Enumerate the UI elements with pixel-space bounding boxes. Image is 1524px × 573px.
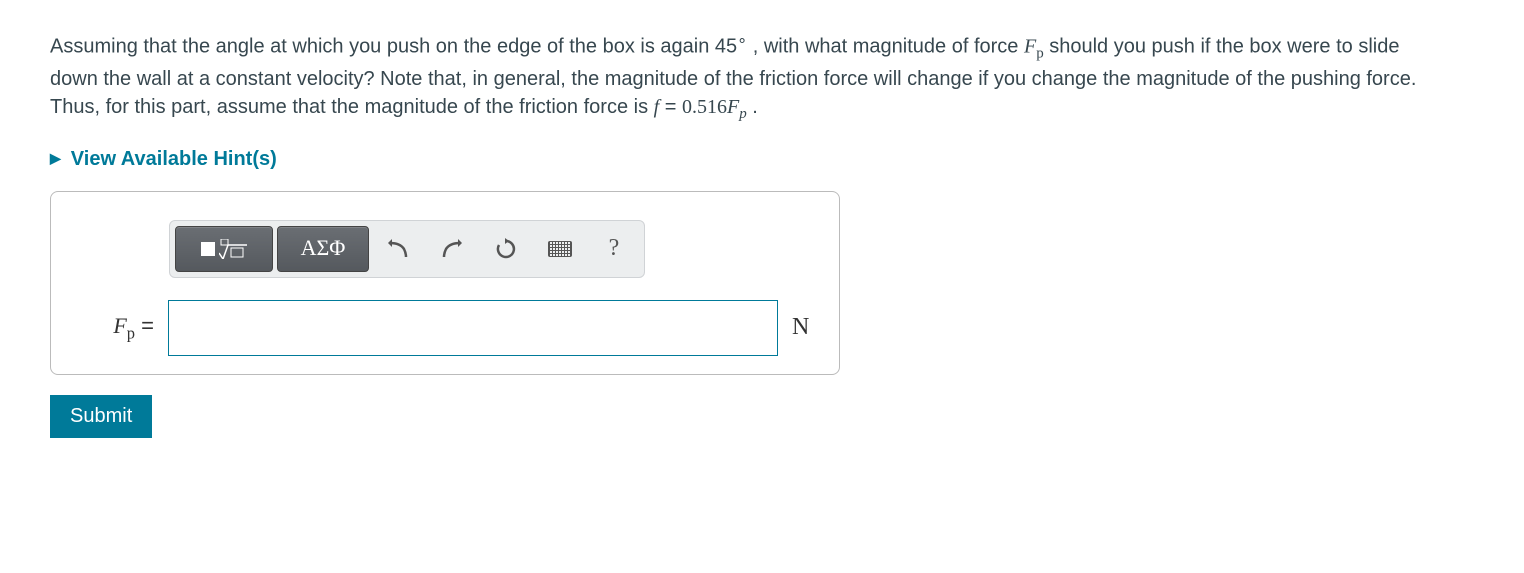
answer-var-base: F: [113, 313, 126, 338]
question-text: Assuming that the angle at which you pus…: [50, 30, 1450, 125]
eq-rhs-sub: p: [739, 106, 747, 122]
equation-toolbar: ΑΣΦ: [169, 220, 811, 278]
q-text-2: , with what magnitude of force: [747, 36, 1024, 58]
square-icon: [201, 242, 215, 256]
answer-input[interactable]: [168, 300, 778, 356]
q-period: .: [747, 96, 758, 118]
answer-panel: ΑΣΦ: [50, 191, 840, 375]
keyboard-button[interactable]: [535, 227, 585, 271]
hints-toggle[interactable]: ▶ View Available Hint(s): [50, 145, 1474, 173]
greek-label: ΑΣΦ: [301, 233, 346, 264]
caret-right-icon: ▶: [50, 149, 61, 169]
reset-button[interactable]: [481, 227, 531, 271]
greek-symbols-button[interactable]: ΑΣΦ: [277, 226, 369, 272]
redo-icon: [440, 239, 464, 259]
answer-var-sub: p: [127, 323, 135, 342]
submit-label: Submit: [70, 405, 132, 427]
reset-icon: [495, 238, 517, 260]
help-icon: ?: [609, 232, 620, 266]
answer-unit: N: [792, 311, 809, 345]
root-fraction-icon: [219, 239, 247, 259]
answer-row: Fp = N: [79, 300, 811, 356]
var-Fp-base: F: [1024, 36, 1036, 58]
eq-equals: =: [659, 96, 682, 118]
undo-button[interactable]: [373, 227, 423, 271]
answer-variable: Fp =: [79, 311, 154, 344]
submit-button[interactable]: Submit: [50, 395, 152, 438]
answer-equals: =: [135, 313, 154, 338]
var-Fp-sub: p: [1036, 46, 1044, 62]
redo-button[interactable]: [427, 227, 477, 271]
degree-symbol: ∘: [737, 32, 747, 49]
help-button[interactable]: ?: [589, 227, 639, 271]
eq-rhs-base: F: [727, 96, 739, 118]
keyboard-icon: [548, 241, 572, 257]
eq-coeff: 0.516: [682, 96, 727, 118]
q-text-1: Assuming that the angle at which you pus…: [50, 36, 737, 58]
hints-label: View Available Hint(s): [71, 145, 277, 173]
templates-button[interactable]: [175, 226, 273, 272]
undo-icon: [386, 239, 410, 259]
